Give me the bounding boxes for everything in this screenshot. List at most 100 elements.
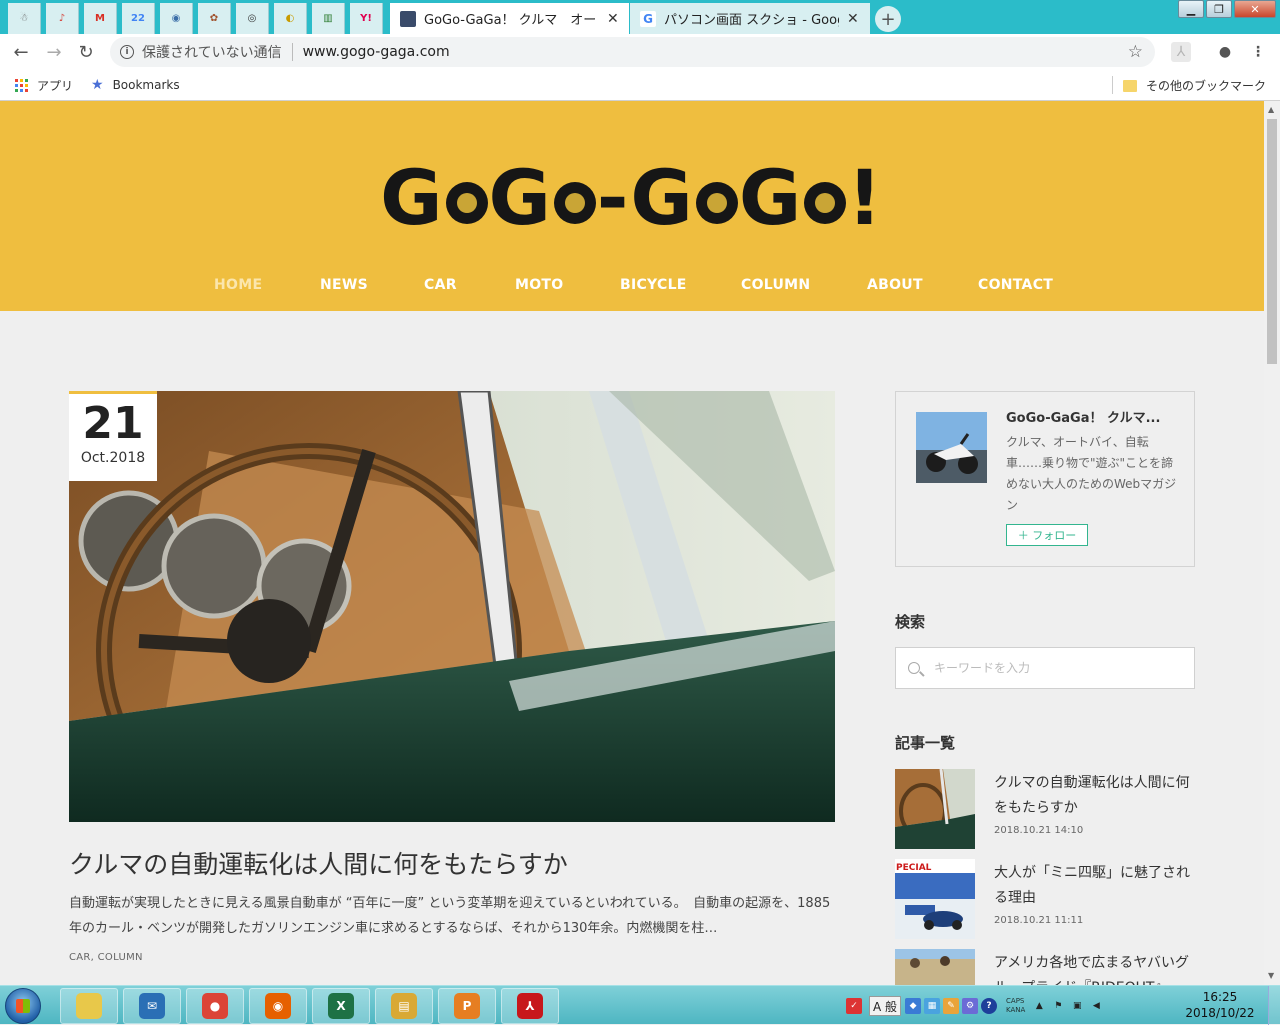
scroll-up-arrow-icon[interactable]: ▲ (1268, 105, 1274, 114)
post-categories[interactable]: CAR, COLUMN (69, 952, 143, 963)
profile-name[interactable]: GoGo-GaGa！ クルマ... (1006, 407, 1160, 426)
nav-bicycle[interactable]: BICYCLE (620, 277, 687, 293)
clock-date: 2018/10/22 (1185, 1006, 1255, 1020)
bookmark-other[interactable]: その他のブックマーク (1123, 77, 1266, 94)
help-icon[interactable]: ? (981, 998, 998, 1014)
security-label: 保護されていない通信 (142, 45, 282, 61)
ime-indicator[interactable]: A 般 (869, 996, 902, 1016)
bookmark-label: その他のブックマーク (1146, 79, 1267, 93)
taskbar-app-button[interactable]: ◉ (249, 988, 307, 1024)
page-scrollbar[interactable]: ▲ ▼ (1264, 101, 1280, 985)
profile-avatar[interactable] (916, 412, 987, 483)
minimize-button[interactable]: ▁ (1178, 0, 1204, 18)
taskbar-app-button[interactable]: ⅄ (501, 988, 559, 1024)
taskbar-app-button[interactable]: ● (186, 988, 244, 1024)
main-nav: HOME NEWS CAR MOTO BICYCLE COLUMN ABOUT … (0, 277, 1264, 297)
post-featured-image[interactable] (69, 391, 835, 822)
post-title[interactable]: クルマの自動運転化は人間に何をもたらすか (69, 845, 835, 881)
pdf-reader-icon: P (454, 993, 480, 1019)
article-thumbnail[interactable] (895, 769, 975, 849)
start-button[interactable] (5, 988, 41, 1024)
action-center-flag-icon[interactable]: ⚑ (1050, 998, 1066, 1014)
taskbar-app-button[interactable]: ▤ (375, 988, 433, 1024)
show-desktop-button[interactable] (1268, 986, 1280, 1025)
pinned-tab[interactable]: ♪ (46, 3, 79, 34)
cat-icon: ◐ (285, 13, 295, 24)
article-thumbnail[interactable]: PECIAL (895, 859, 975, 939)
nav-column[interactable]: COLUMN (741, 277, 810, 293)
close-icon[interactable]: ✕ (607, 11, 619, 27)
pinned-tab[interactable]: ◎ (236, 3, 269, 34)
article-item[interactable]: クルマの自動運転化は人間に何をもたらすか 2018.10.21 14:10 (895, 769, 1195, 849)
close-icon[interactable]: ✕ (847, 11, 859, 27)
show-hidden-icons-icon[interactable]: ▲ (1031, 998, 1047, 1014)
site-header: G G -G G! HOME NEWS CAR MOTO BICYCLE COLUMN… (0, 101, 1264, 311)
browser-toolbar: ← → ↻ i 保護されていない通信 www.gogo-gaga.com ☆ ⅄… (0, 34, 1280, 70)
tab-gogo-gaga[interactable]: GoGo-GaGa！ クルマ オートバ ✕ (390, 3, 629, 34)
tab-google-search[interactable]: G パソコン画面 スクショ - Google 検 ✕ (630, 3, 870, 34)
ime-tool-icon[interactable]: ◆ (905, 998, 922, 1014)
nav-car[interactable]: CAR (424, 277, 457, 293)
antivirus-tray-icon[interactable]: ✓ (846, 998, 862, 1014)
wheel-icon (553, 182, 596, 224)
pinned-tab[interactable]: ☃ (8, 3, 41, 34)
nav-about[interactable]: ABOUT (867, 277, 923, 293)
excel-icon: X (328, 993, 354, 1019)
bookmark-star-icon[interactable]: ☆ (1128, 42, 1143, 62)
maximize-button[interactable]: ❐ (1206, 0, 1232, 18)
pinned-tab[interactable]: M (84, 3, 117, 34)
reload-button[interactable]: ↻ (74, 40, 98, 64)
back-button[interactable]: ← (9, 40, 33, 64)
pinned-tab[interactable]: ✿ (198, 3, 231, 34)
bookmark-label: アプリ (37, 79, 74, 93)
caps-kana-indicator: CAPS KANA (1006, 997, 1026, 1014)
explorer-folder-icon (76, 993, 102, 1019)
pinned-tab[interactable]: ◐ (274, 3, 307, 34)
url-text[interactable]: www.gogo-gaga.com (303, 44, 450, 60)
article-title[interactable]: クルマの自動運転化は人間に何をもたらすか (994, 771, 1194, 821)
ime-dictionary-icon[interactable]: ▦ (924, 998, 941, 1014)
bookmark-apps[interactable]: アプリ (15, 77, 73, 94)
network-icon[interactable]: ▣ (1069, 998, 1085, 1014)
taskbar-app-button[interactable]: P (438, 988, 496, 1024)
info-icon[interactable]: i (120, 45, 134, 59)
taskbar-app-button[interactable]: ✉ (123, 988, 181, 1024)
article-title[interactable]: アメリカ各地で広まるヤバいグループライド『RIDEOUT』 (994, 951, 1194, 985)
divider (291, 43, 293, 61)
acrobat-extension-icon[interactable]: ⅄ (1171, 42, 1191, 62)
search-heading: 検索 (895, 613, 926, 631)
pinned-tab[interactable]: ▥ (312, 3, 345, 34)
bookmark-bookmarks[interactable]: ★ Bookmarks (91, 77, 180, 93)
nav-news[interactable]: NEWS (320, 277, 368, 293)
pinned-tab[interactable]: 22 (122, 3, 155, 34)
record-icon: ◎ (247, 13, 257, 24)
new-tab-button[interactable]: + (875, 6, 901, 32)
address-bar[interactable]: i 保護されていない通信 www.gogo-gaga.com ☆ (110, 37, 1155, 67)
browser-menu-icon[interactable]: ⋮ (1248, 42, 1268, 62)
article-item[interactable]: PECIAL 大人が「ミニ四駆」に魅了される理由 2018.10.21 11:1… (895, 859, 1195, 939)
acrobat-icon: ⅄ (517, 993, 543, 1019)
pinned-tab[interactable]: Y! (350, 3, 383, 34)
system-clock[interactable]: 16:25 2018/10/22 (1180, 989, 1260, 1021)
nav-home[interactable]: HOME (214, 277, 262, 293)
volume-icon[interactable]: ◀ (1088, 998, 1104, 1014)
article-title[interactable]: 大人が「ミニ四駆」に魅了される理由 (994, 861, 1194, 911)
search-box[interactable] (895, 647, 1195, 689)
forward-button[interactable]: → (42, 40, 66, 64)
article-thumbnail[interactable] (895, 949, 975, 985)
scroll-down-arrow-icon[interactable]: ▼ (1268, 971, 1274, 980)
follow-button[interactable]: ＋ フォロー (1006, 524, 1088, 546)
nav-contact[interactable]: CONTACT (978, 277, 1053, 293)
article-item[interactable]: アメリカ各地で広まるヤバいグループライド『RIDEOUT』 (895, 949, 1195, 985)
search-input[interactable] (934, 661, 1174, 675)
ime-pad-icon[interactable]: ✎ (943, 998, 960, 1014)
ime-settings-icon[interactable]: ⚙ (962, 998, 979, 1014)
scroll-thumb[interactable] (1267, 119, 1277, 364)
account-avatar-icon[interactable]: ● (1215, 42, 1235, 62)
close-window-button[interactable]: ✕ (1234, 0, 1276, 18)
pinned-tab[interactable]: ◉ (160, 3, 193, 34)
site-logo[interactable]: G G -G G! (0, 153, 1264, 242)
nav-moto[interactable]: MOTO (515, 277, 563, 293)
taskbar-app-button[interactable]: X (312, 988, 370, 1024)
taskbar-app-button[interactable] (60, 988, 118, 1024)
